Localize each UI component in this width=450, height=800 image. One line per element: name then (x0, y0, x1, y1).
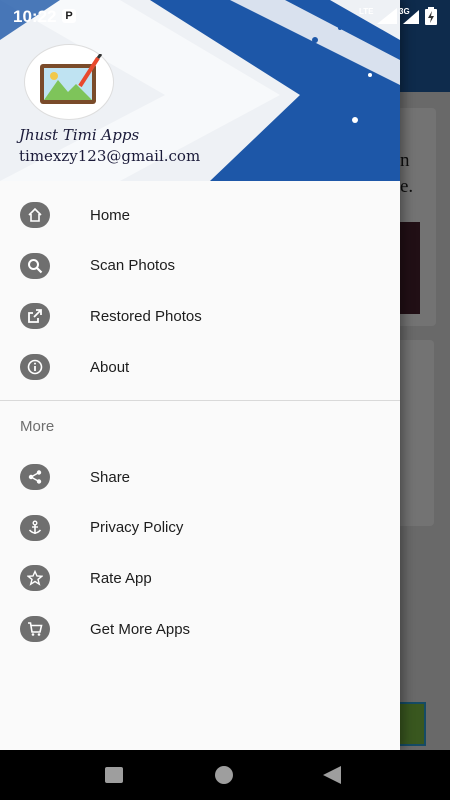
menu-label: Rate App (90, 569, 152, 587)
info-icon (20, 354, 50, 381)
home-icon (20, 202, 50, 229)
home-button[interactable] (214, 765, 234, 785)
app-name: Jhust Timi Apps (19, 126, 140, 144)
menu-item-share[interactable]: Share (0, 452, 400, 503)
back-button[interactable] (322, 765, 342, 785)
menu-label: About (90, 358, 130, 376)
menu-item-rate-app[interactable]: Rate App (0, 553, 400, 604)
star-icon (20, 565, 50, 592)
signal-icon (403, 10, 419, 24)
menu-item-get-more-apps[interactable]: Get More Apps (0, 604, 400, 655)
search-icon (20, 252, 50, 279)
menu-item-restored-photos[interactable]: Restored Photos (0, 291, 400, 342)
menu-item-scan-photos[interactable]: Scan Photos (0, 241, 400, 292)
menu-item-home[interactable]: Home (0, 190, 400, 241)
section-title-more: More (20, 418, 55, 435)
menu-label: Home (90, 206, 131, 224)
signal-icon (377, 8, 397, 24)
navigation-drawer: Jhust Timi Apps timexzy123@gmail.com Hom… (0, 0, 400, 750)
network-type-label: LTE (359, 7, 374, 16)
menu-label: Privacy Policy (90, 519, 184, 537)
battery-icon (425, 7, 437, 25)
menu-item-about[interactable]: About (0, 342, 400, 393)
drawer-more-menu: Share Privacy Policy Rate App Get More A… (0, 452, 400, 654)
menu-item-privacy-policy[interactable]: Privacy Policy (0, 503, 400, 554)
menu-divider (0, 400, 400, 401)
app-logo-avatar (24, 44, 114, 120)
notification-icon: P (62, 9, 76, 23)
status-time: 10:22 (13, 7, 57, 26)
share-icon (20, 464, 50, 491)
anchor-icon (20, 514, 50, 541)
drawer-menu: Home Scan Photos Restored Photos About (0, 190, 400, 392)
share-out-icon (20, 303, 50, 330)
painting-icon (40, 54, 103, 104)
menu-label: Get More Apps (90, 620, 191, 638)
status-bar: 10:22 P LTE 3G (0, 0, 450, 32)
menu-label: Share (90, 468, 131, 486)
account-email: timexzy123@gmail.com (19, 147, 201, 165)
recent-apps-button[interactable] (104, 766, 124, 784)
system-navigation-bar (0, 750, 450, 800)
menu-label: Scan Photos (90, 257, 176, 275)
menu-label: Restored Photos (90, 307, 202, 325)
cart-icon (20, 616, 50, 643)
